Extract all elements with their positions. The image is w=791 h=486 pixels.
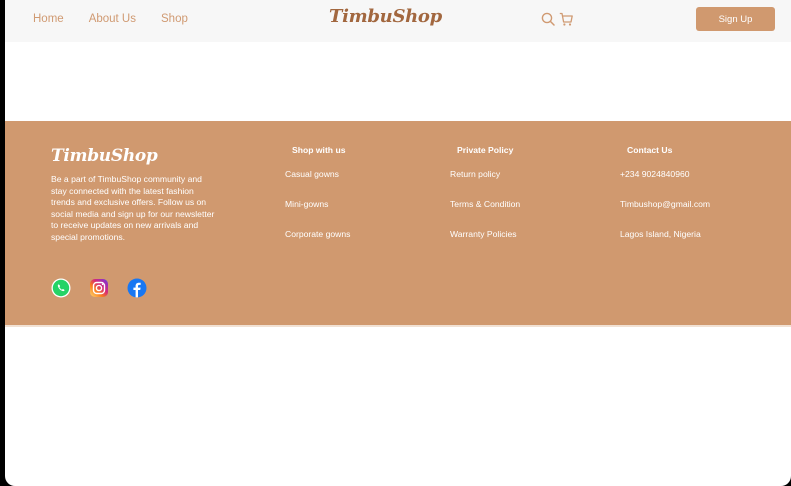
- browser-viewport: Home About Us Shop TimbuShop Sign Up Tim…: [5, 0, 791, 486]
- footer-column-contact: Contact Us +234 9024840960 Timbushop@gma…: [620, 145, 710, 259]
- facebook-icon[interactable]: [127, 278, 147, 298]
- brand-logo[interactable]: TimbuShop: [329, 6, 442, 27]
- cart-icon[interactable]: [559, 11, 573, 27]
- instagram-icon[interactable]: [89, 278, 109, 298]
- footer-column-title: Contact Us: [627, 145, 673, 155]
- footer: TimbuShop Be a part of TimbuShop communi…: [5, 121, 791, 327]
- navbar: Home About Us Shop TimbuShop Sign Up: [5, 0, 791, 42]
- footer-link-corporate-gowns[interactable]: Corporate gowns: [285, 229, 350, 239]
- contact-email[interactable]: Timbushop@gmail.com: [620, 199, 710, 209]
- footer-link-warranty[interactable]: Warranty Policies: [450, 229, 520, 239]
- nav-shop-link[interactable]: Shop: [161, 13, 188, 25]
- signup-button[interactable]: Sign Up: [696, 7, 775, 31]
- nav-links: Home About Us Shop: [33, 13, 213, 25]
- whatsapp-icon[interactable]: [51, 278, 71, 298]
- footer-about-text: Be a part of TimbuShop community and sta…: [51, 174, 215, 242]
- footer-column-shop: Shop with us Casual gowns Mini-gowns Cor…: [285, 145, 350, 259]
- social-links: [51, 278, 147, 298]
- nav-about-link[interactable]: About Us: [89, 13, 136, 25]
- contact-address: Lagos Island, Nigeria: [620, 229, 701, 239]
- search-icon[interactable]: [541, 11, 555, 27]
- footer-link-return-policy[interactable]: Return policy: [450, 169, 520, 179]
- footer-column-title: Shop with us: [292, 145, 346, 155]
- footer-link-mini-gowns[interactable]: Mini-gowns: [285, 199, 350, 209]
- footer-column-title: Private Policy: [457, 145, 514, 155]
- nav-icons: [541, 11, 573, 27]
- footer-link-casual-gowns[interactable]: Casual gowns: [285, 169, 350, 179]
- footer-brand: TimbuShop: [51, 146, 158, 166]
- footer-link-terms[interactable]: Terms & Condition: [450, 199, 520, 209]
- contact-phone: +234 9024840960: [620, 169, 690, 179]
- nav-home-link[interactable]: Home: [33, 13, 64, 25]
- footer-column-policy: Private Policy Return policy Terms & Con…: [450, 145, 520, 259]
